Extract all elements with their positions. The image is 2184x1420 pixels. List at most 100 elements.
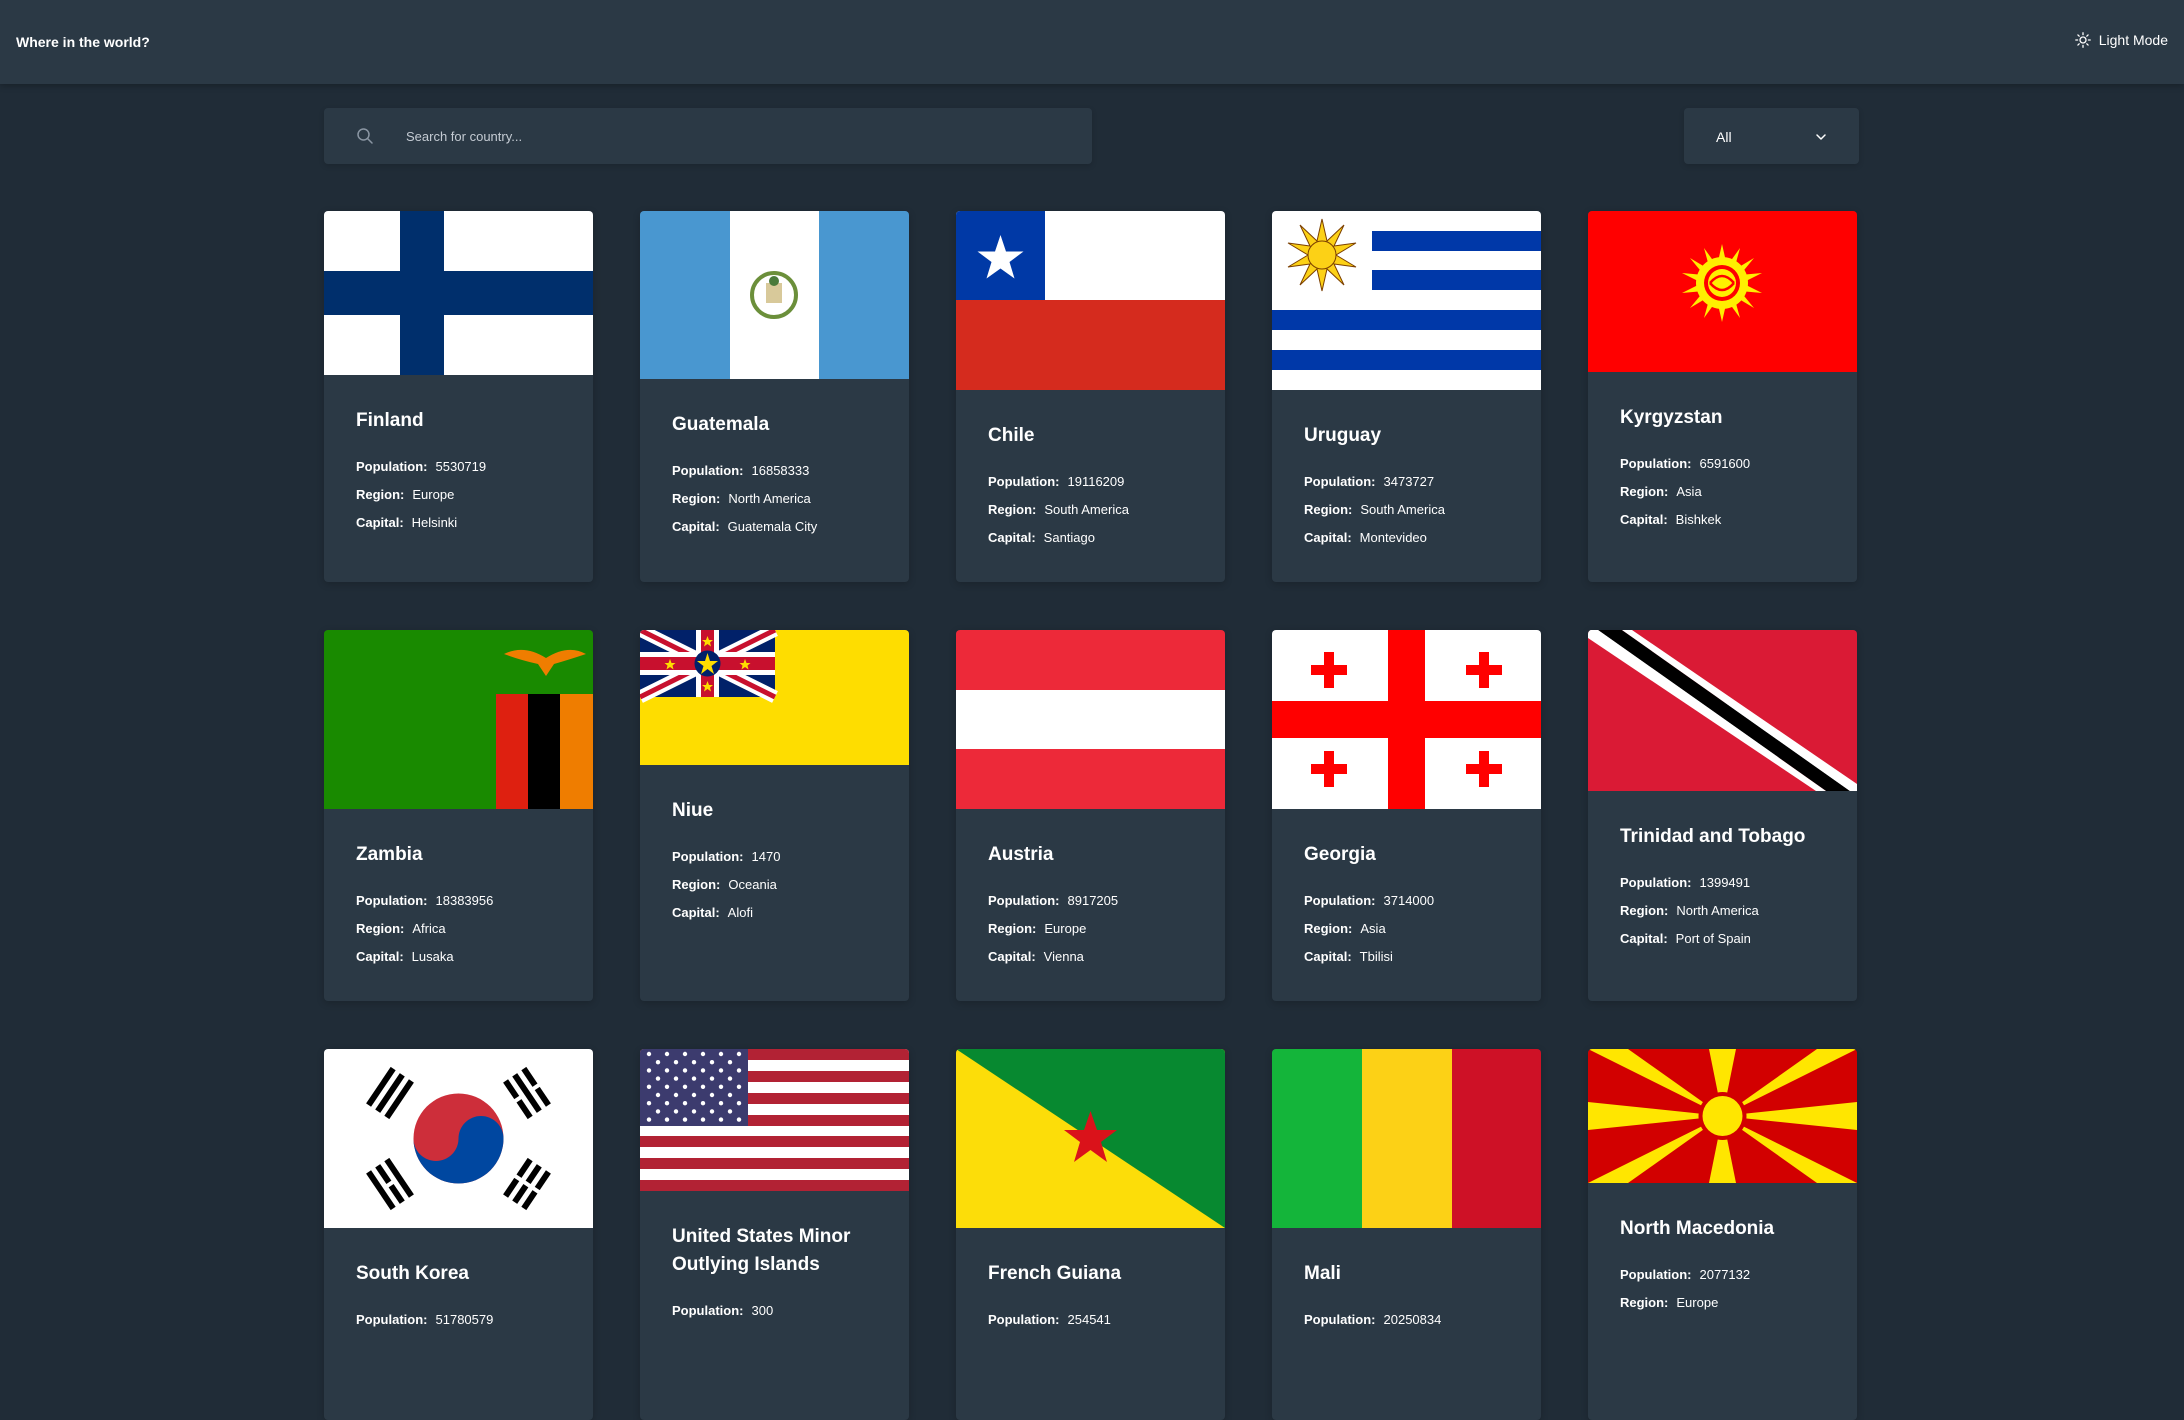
region-row: Region: South America — [1304, 496, 1517, 524]
population-label: Population: — [1620, 1267, 1692, 1282]
population-value: 3714000 — [1383, 893, 1435, 908]
capital-value: Port of Spain — [1675, 931, 1751, 946]
country-card[interactable]: Georgia Population: 3714000 Region: Asia C… — [1272, 630, 1541, 1001]
country-card[interactable]: Mali Population: 20250834 — [1272, 1049, 1541, 1420]
population-value: 8917205 — [1067, 893, 1119, 908]
country-card[interactable]: South Korea Population: 51780579 — [324, 1049, 593, 1420]
region-row: Region: Asia — [1620, 478, 1833, 506]
country-name: Trinidad and Tobago — [1620, 826, 1806, 847]
search-box[interactable] — [324, 108, 1092, 164]
population-label: Population: — [672, 849, 744, 864]
region-value: Europe — [412, 487, 455, 502]
population-label: Population: — [356, 893, 428, 908]
kyrgyzstan-flag — [1588, 211, 1857, 372]
country-card[interactable]: North Macedonia Population: 2077132 Regio… — [1588, 1049, 1857, 1420]
region-value: South America — [1044, 502, 1129, 517]
capital-row: Capital: Tbilisi — [1304, 943, 1517, 971]
south-korea-flag — [324, 1049, 593, 1228]
austria-flag — [956, 630, 1225, 809]
population-value: 3473727 — [1383, 474, 1435, 489]
capital-row: Capital: Alofi — [672, 899, 885, 927]
capital-row: Capital: Guatemala City — [672, 513, 885, 541]
country-card[interactable]: Kyrgyzstan Population: 6591600 Region: Asi… — [1588, 211, 1857, 582]
region-label: Region: — [1304, 502, 1353, 517]
country-card[interactable]: Zambia Population: 18383956 Region: Africa… — [324, 630, 593, 1001]
population-label: Population: — [1304, 1312, 1376, 1327]
country-card[interactable]: Finland Population: 5530719 Region: Europe… — [324, 211, 593, 582]
country-name: Austria — [988, 844, 1054, 865]
population-value: 1470 — [751, 849, 781, 864]
north-macedonia-flag — [1588, 1049, 1857, 1183]
capital-row: Capital: Santiago — [988, 524, 1201, 552]
region-row: Region: North America — [1620, 897, 1833, 925]
zambia-flag — [324, 630, 593, 809]
population-value: 16858333 — [751, 463, 810, 478]
country-grid: Finland Population: 5530719 Region: Europe… — [324, 211, 1860, 1420]
chile-flag — [956, 211, 1225, 390]
region-row: Region: Oceania — [672, 871, 885, 899]
capital-value: Lusaka — [411, 949, 454, 964]
united-states-flag — [640, 1049, 909, 1191]
population-row: Population: 2077132 — [1620, 1261, 1833, 1289]
region-label: Region: — [988, 921, 1037, 936]
country-card[interactable]: French Guiana Population: 254541 — [956, 1049, 1225, 1420]
region-value: Europe — [1044, 921, 1087, 936]
region-filter-select[interactable]: All — [1684, 108, 1859, 164]
country-name: Zambia — [356, 844, 423, 865]
country-name: Georgia — [1304, 844, 1376, 865]
capital-row: Capital: Vienna — [988, 943, 1201, 971]
population-row: Population: 18383956 — [356, 887, 569, 915]
country-card[interactable]: Austria Population: 8917205 Region: Europe… — [956, 630, 1225, 1001]
region-label: Region: — [672, 877, 721, 892]
capital-row: Capital: Helsinki — [356, 509, 569, 537]
country-name: South Korea — [356, 1263, 469, 1284]
country-card[interactable]: United States Minor Outlying Islands Pop… — [640, 1049, 909, 1420]
region-value: Europe — [1676, 1295, 1719, 1310]
country-card[interactable]: Trinidad and Tobago Population: 1399491 R… — [1588, 630, 1857, 1001]
population-label: Population: — [988, 893, 1060, 908]
mali-flag — [1272, 1049, 1541, 1228]
population-label: Population: — [356, 459, 428, 474]
region-row: Region: Europe — [356, 481, 569, 509]
region-label: Region: — [1620, 1295, 1669, 1310]
capital-row: Capital: Lusaka — [356, 943, 569, 971]
capital-label: Capital: — [1620, 512, 1668, 527]
region-filter-value: All — [1716, 129, 1732, 145]
country-name: Finland — [356, 410, 424, 431]
country-card[interactable]: Uruguay Population: 3473727 Region: South … — [1272, 211, 1541, 582]
population-label: Population: — [1620, 875, 1692, 890]
population-value: 254541 — [1067, 1312, 1111, 1327]
country-card[interactable]: Niue Population: 1470 Region: Oceania Capi… — [640, 630, 909, 1001]
country-card[interactable]: Chile Population: 19116209 Region: South A… — [956, 211, 1225, 582]
country-card[interactable]: Guatemala Population: 16858333 Region: Nor… — [640, 211, 909, 582]
region-label: Region: — [1620, 484, 1669, 499]
trinidad-and-tobago-flag — [1588, 630, 1857, 791]
capital-value: Alofi — [727, 905, 753, 920]
country-name: Uruguay — [1304, 425, 1382, 446]
region-value: Oceania — [728, 877, 777, 892]
country-name: Guatemala — [672, 414, 770, 435]
capital-value: Montevideo — [1359, 530, 1427, 545]
capital-label: Capital: — [988, 530, 1036, 545]
capital-label: Capital: — [356, 515, 404, 530]
region-row: Region: Africa — [356, 915, 569, 943]
population-value: 300 — [751, 1303, 774, 1318]
guatemala-flag — [640, 211, 909, 379]
population-label: Population: — [988, 474, 1060, 489]
country-name: Mali — [1304, 1263, 1341, 1284]
population-label: Population: — [672, 1303, 744, 1318]
search-input[interactable] — [404, 108, 1064, 164]
population-label: Population: — [672, 463, 744, 478]
region-value: Asia — [1676, 484, 1702, 499]
capital-row: Capital: Port of Spain — [1620, 925, 1833, 953]
region-label: Region: — [356, 487, 405, 502]
uruguay-flag — [1272, 211, 1541, 390]
region-label: Region: — [1620, 903, 1669, 918]
capital-row: Capital: Montevideo — [1304, 524, 1517, 552]
country-name: Kyrgyzstan — [1620, 407, 1723, 428]
theme-toggle-button[interactable]: Light Mode — [2074, 32, 2168, 48]
population-row: Population: 5530719 — [356, 453, 569, 481]
country-name: French Guiana — [988, 1263, 1122, 1284]
country-name: Chile — [988, 425, 1035, 446]
population-row: Population: 16858333 — [672, 457, 885, 485]
